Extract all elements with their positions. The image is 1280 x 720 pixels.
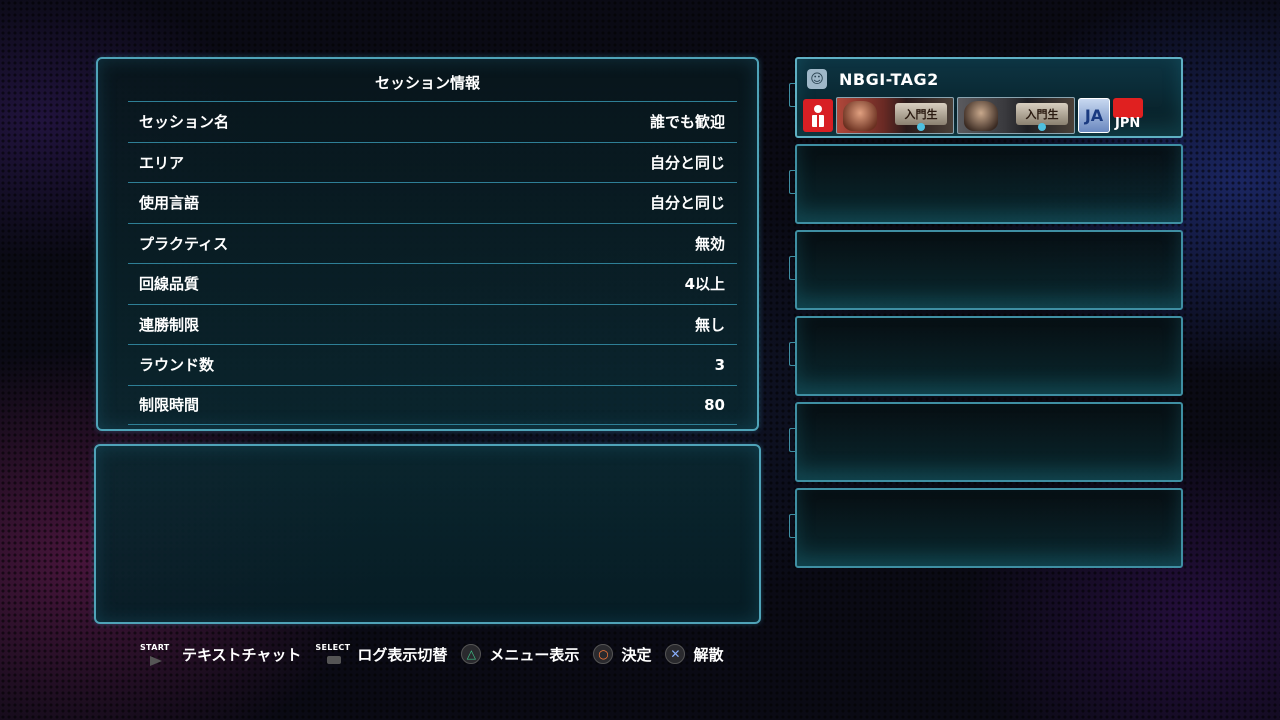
face-icon: ☺ bbox=[807, 69, 827, 89]
character-portrait-1 bbox=[843, 101, 877, 131]
session-info-title: セッション情報 bbox=[374, 74, 480, 92]
info-label: セッション名 bbox=[139, 113, 230, 132]
disband-hint[interactable]: ✕ 解散 bbox=[665, 644, 723, 665]
log-toggle-label: ログ表示切替 bbox=[357, 645, 448, 664]
flag-icon bbox=[1113, 98, 1143, 118]
disband-label: 解散 bbox=[693, 645, 724, 664]
circle-button-icon: ○ bbox=[593, 644, 614, 664]
info-label: 連勝制限 bbox=[139, 315, 200, 334]
menu-label: メニュー表示 bbox=[489, 645, 580, 664]
select-button-icon: SELECT bbox=[315, 643, 351, 665]
info-row-connection-quality: 回線品質 4以上 bbox=[128, 263, 737, 304]
character-card-2: 入門生 bbox=[957, 97, 1075, 134]
confirm-label: 決定 bbox=[621, 645, 652, 664]
country-flag: JPN bbox=[1113, 98, 1145, 133]
info-row-area: エリア 自分と同じ bbox=[128, 141, 737, 183]
info-label: 使用言語 bbox=[139, 194, 200, 213]
rank-gem-icon bbox=[1038, 123, 1046, 131]
info-row-session-name: セッション名 誰でも歓迎 bbox=[128, 101, 737, 142]
chat-log-panel[interactable] bbox=[94, 444, 761, 624]
start-button-icon: START bbox=[140, 643, 176, 666]
player-badges: 入門生 入門生 JA JPN bbox=[803, 97, 1145, 134]
info-value: 3 bbox=[714, 355, 725, 374]
country-code: JPN bbox=[1115, 116, 1141, 131]
rank-plate: 入門生 bbox=[1016, 103, 1068, 125]
player-type-icon bbox=[803, 99, 833, 132]
log-toggle-hint[interactable]: SELECT ログ表示切替 bbox=[315, 643, 447, 665]
player-slot-3[interactable] bbox=[789, 230, 1183, 310]
info-value: 自分と同じ bbox=[649, 194, 725, 213]
confirm-hint[interactable]: ○ 決定 bbox=[593, 644, 651, 665]
start-caption: START bbox=[140, 643, 170, 652]
info-label: 制限時間 bbox=[139, 396, 200, 415]
rank-gem-icon bbox=[917, 123, 925, 131]
info-value: 4以上 bbox=[684, 275, 725, 294]
info-label: ラウンド数 bbox=[139, 356, 215, 375]
cross-button-icon: ✕ bbox=[665, 644, 686, 664]
info-label: エリア bbox=[139, 153, 185, 172]
language-badge: JA bbox=[1078, 98, 1110, 133]
info-value: 無効 bbox=[694, 234, 725, 253]
select-caption: SELECT bbox=[315, 643, 351, 652]
menu-hint[interactable]: △ メニュー表示 bbox=[461, 644, 579, 665]
character-card-1: 入門生 bbox=[836, 97, 954, 134]
info-label: 回線品質 bbox=[139, 275, 200, 294]
session-info-panel: セッション情報 セッション名 誰でも歓迎 エリア 自分と同じ 使用言語 自分と同… bbox=[96, 57, 759, 431]
info-row-rounds: ラウンド数 3 bbox=[128, 344, 737, 385]
info-value: 80 bbox=[704, 395, 725, 414]
player-slot-5[interactable] bbox=[789, 402, 1183, 482]
info-value: 誰でも歓迎 bbox=[649, 113, 725, 132]
info-row-language: 使用言語 自分と同じ bbox=[128, 182, 737, 223]
player-name: NBGI-TAG2 bbox=[839, 69, 939, 89]
character-portrait-2 bbox=[964, 101, 998, 131]
info-value: 自分と同じ bbox=[649, 153, 725, 172]
triangle-button-icon: △ bbox=[461, 644, 482, 664]
player-slot-1[interactable]: ☺ NBGI-TAG2 入門生 入門生 JA JPN bbox=[789, 57, 1183, 138]
player-slot-2[interactable] bbox=[789, 144, 1183, 224]
text-chat-hint[interactable]: START テキストチャット bbox=[140, 643, 302, 666]
player-slot-4[interactable] bbox=[789, 316, 1183, 396]
info-value: 無し bbox=[694, 315, 725, 334]
info-label: プラクティス bbox=[139, 234, 229, 253]
info-row-practice: プラクティス 無効 bbox=[128, 222, 737, 264]
rank-plate: 入門生 bbox=[895, 103, 947, 125]
session-info-table: セッション名 誰でも歓迎 エリア 自分と同じ 使用言語 自分と同じ プラクティス… bbox=[128, 101, 737, 425]
info-row-win-streak-limit: 連勝制限 無し bbox=[128, 303, 737, 345]
player-slot-6[interactable] bbox=[789, 488, 1183, 568]
info-row-time-limit: 制限時間 80 bbox=[128, 384, 737, 425]
text-chat-label: テキストチャット bbox=[182, 645, 302, 664]
player-header: ☺ NBGI-TAG2 bbox=[807, 69, 939, 89]
button-guide: START テキストチャット SELECT ログ表示切替 △ メニュー表示 ○ … bbox=[140, 643, 737, 666]
